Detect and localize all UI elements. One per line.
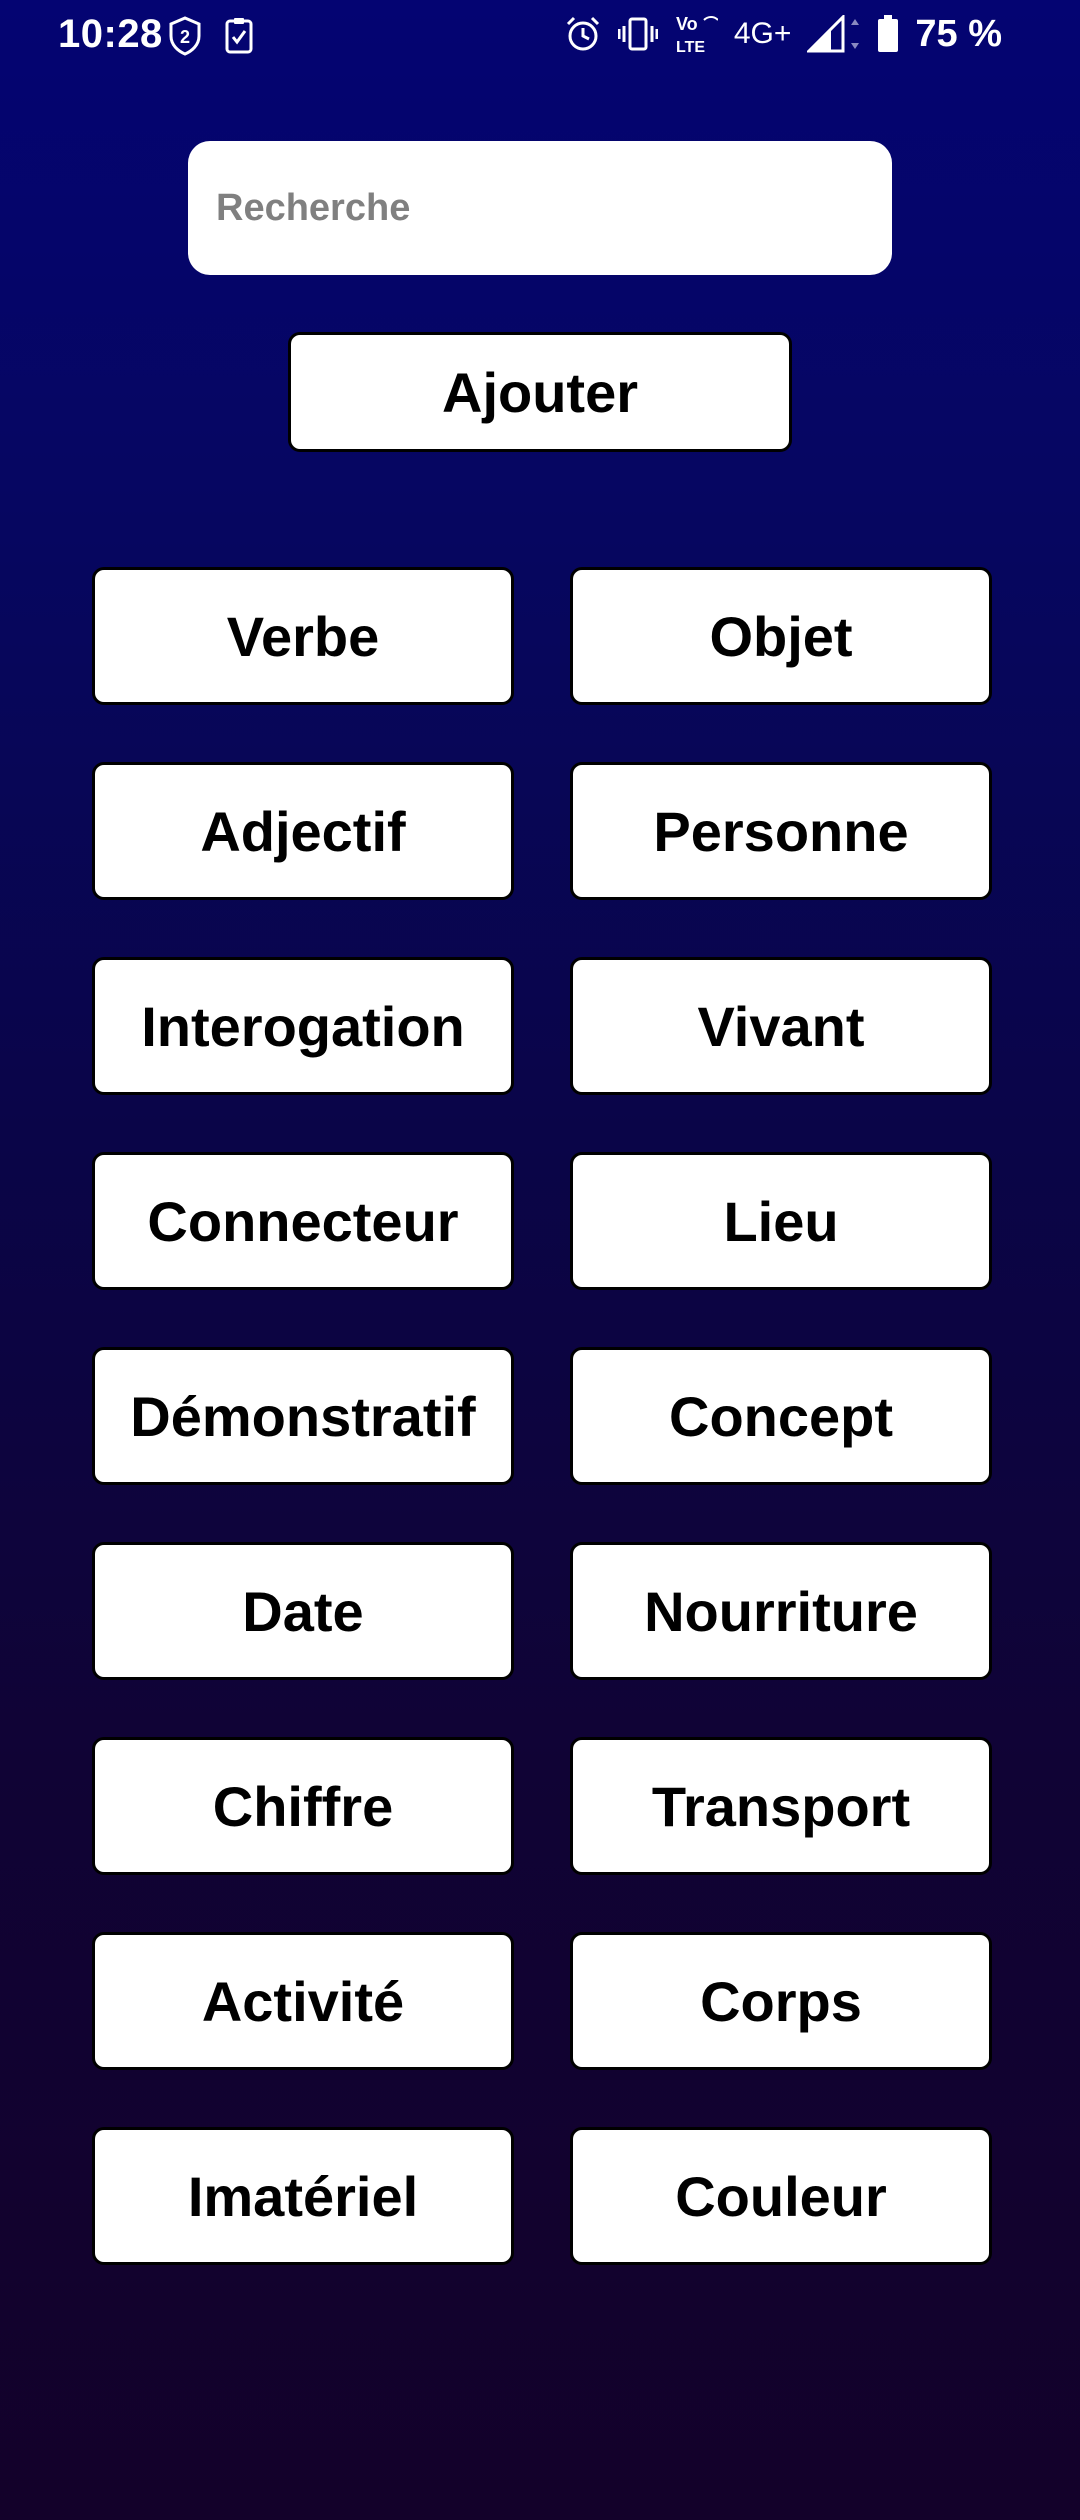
status-left-icons: 2	[168, 16, 254, 56]
search-input[interactable]	[216, 141, 866, 275]
category-button-adjectif[interactable]: Adjectif	[92, 762, 514, 900]
category-button-lieu[interactable]: Lieu	[570, 1152, 992, 1290]
category-button-transport[interactable]: Transport	[570, 1737, 992, 1875]
category-button-corps[interactable]: Corps	[570, 1932, 992, 2070]
category-button-personne[interactable]: Personne	[570, 762, 992, 900]
category-button-date[interactable]: Date	[92, 1542, 514, 1680]
category-button-interogation[interactable]: Interogation	[92, 957, 514, 1095]
category-button-activite[interactable]: Activité	[92, 1932, 514, 2070]
category-button-connecteur[interactable]: Connecteur	[92, 1152, 514, 1290]
volte-icon: Vo LTE	[674, 12, 718, 56]
alarm-icon	[564, 15, 602, 53]
search-box[interactable]	[188, 141, 892, 275]
status-bar: 10:28 2 Vo LTE 4G+ 75 %	[0, 0, 1080, 72]
vibrate-icon	[617, 16, 658, 52]
category-button-demonstratif[interactable]: Démonstratif	[92, 1347, 514, 1485]
category-button-vivant[interactable]: Vivant	[570, 957, 992, 1095]
signal-icon	[807, 15, 861, 53]
category-button-verbe[interactable]: Verbe	[92, 567, 514, 705]
svg-text:2: 2	[180, 27, 190, 47]
shield-badge-icon: 2	[168, 16, 202, 56]
category-button-nourriture[interactable]: Nourriture	[570, 1542, 992, 1680]
battery-percentage: 75 %	[915, 12, 1002, 55]
clipboard-check-icon	[224, 17, 254, 55]
add-button[interactable]: Ajouter	[288, 332, 792, 452]
category-button-couleur[interactable]: Couleur	[570, 2127, 992, 2265]
status-time: 10:28	[58, 12, 163, 56]
status-right-icons: Vo LTE 4G+ 75 %	[564, 12, 1002, 56]
svg-text:Vo: Vo	[676, 14, 698, 34]
category-button-chiffre[interactable]: Chiffre	[92, 1737, 514, 1875]
category-button-concept[interactable]: Concept	[570, 1347, 992, 1485]
svg-text:LTE: LTE	[676, 39, 705, 56]
category-button-imateriel[interactable]: Imatériel	[92, 2127, 514, 2265]
category-button-objet[interactable]: Objet	[570, 567, 992, 705]
battery-icon	[877, 15, 899, 53]
network-type: 4G+	[733, 17, 792, 50]
